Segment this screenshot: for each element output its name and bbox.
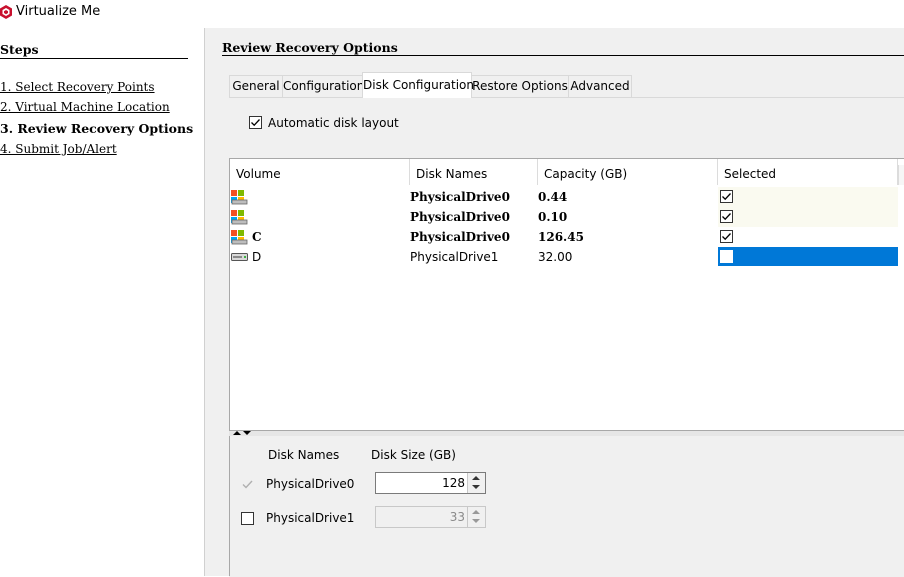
volume-cell: C — [252, 230, 262, 244]
disk-name-cell: PhysicalDrive1 — [410, 250, 499, 264]
window-title: Virtualize Me — [16, 4, 101, 19]
steps-divider — [0, 58, 188, 59]
checkmark-icon — [251, 119, 260, 127]
table-row[interactable]: D PhysicalDrive1 32.00 — [230, 247, 898, 267]
collapse-up-icon[interactable] — [233, 431, 241, 435]
tab-advanced[interactable]: Advanced — [568, 75, 632, 97]
disk-name-cell: PhysicalDrive0 — [410, 210, 510, 224]
main-pane: Review Recovery Options General Configur… — [205, 28, 904, 577]
selected-checkbox[interactable] — [720, 210, 733, 223]
table-row[interactable]: C PhysicalDrive0 126.45 — [230, 227, 898, 247]
disk-size-stepper[interactable]: 128 — [375, 472, 486, 494]
capacity-cell: 32.00 — [538, 250, 573, 264]
title-bar: Virtualize Me — [0, 0, 904, 28]
disk-name-label: PhysicalDrive1 — [266, 511, 355, 525]
drive-icon — [231, 253, 248, 261]
collapse-down-icon[interactable] — [243, 431, 251, 435]
table-row[interactable]: PhysicalDrive0 0.10 — [230, 207, 898, 227]
steps-pane: Steps 1. Select Recovery Points 2. Virtu… — [0, 28, 205, 576]
disk-checkbox[interactable] — [241, 512, 254, 525]
section-divider — [222, 55, 904, 56]
column-header-capacity[interactable]: Capacity (GB) — [538, 159, 718, 185]
capacity-cell: 126.45 — [538, 230, 584, 244]
column-header-disk-names[interactable]: Disk Names — [410, 159, 538, 185]
decrement-icon — [472, 519, 480, 523]
tab-configuration[interactable]: Configuration — [282, 75, 364, 97]
system-volume-icon — [231, 210, 248, 225]
capacity-cell: 0.44 — [538, 190, 568, 204]
disk-size-value: 128 — [442, 476, 465, 490]
system-volume-icon — [231, 190, 248, 205]
checkmark-icon — [722, 213, 731, 221]
step-select-recovery-points[interactable]: 1. Select Recovery Points — [0, 80, 155, 94]
stepper-buttons[interactable] — [467, 473, 485, 493]
selected-cell-highlight — [718, 247, 898, 266]
tab-general[interactable]: General — [229, 75, 283, 97]
step-submit-job-alert[interactable]: 4. Submit Job/Alert — [0, 142, 117, 156]
volume-cell: D — [252, 250, 262, 264]
table-row[interactable]: PhysicalDrive0 0.44 — [230, 187, 898, 207]
checkmark-icon — [722, 233, 731, 241]
volume-grid: Volume Disk Names Capacity (GB) Selected… — [229, 158, 904, 432]
stepper-buttons — [467, 507, 485, 527]
tab-disk-configuration[interactable]: Disk Configuration — [362, 72, 474, 98]
step-review-recovery-options: 3. Review Recovery Options — [0, 121, 194, 136]
column-header-volume[interactable]: Volume — [230, 159, 410, 185]
increment-icon — [472, 510, 480, 514]
disk-name-cell: PhysicalDrive0 — [410, 190, 510, 204]
steps-heading: Steps — [0, 42, 39, 57]
auto-disk-layout-label: Automatic disk layout — [268, 116, 399, 130]
app-logo-icon — [0, 5, 12, 19]
disk-name-label: PhysicalDrive0 — [266, 477, 355, 491]
selected-cell-bg — [718, 187, 898, 207]
decrement-icon[interactable] — [472, 485, 480, 489]
increment-icon[interactable] — [472, 476, 480, 480]
disk-size-panel: Disk Names Disk Size (GB) PhysicalDrive0… — [229, 436, 904, 576]
system-volume-icon — [231, 230, 248, 245]
section-title: Review Recovery Options — [222, 40, 398, 55]
selected-checkbox[interactable] — [720, 250, 733, 263]
step-virtual-machine-location[interactable]: 2. Virtual Machine Location — [0, 100, 170, 114]
tab-restore-options[interactable]: Restore Options — [471, 75, 569, 97]
disk-names-header: Disk Names — [268, 448, 340, 462]
column-header-selected[interactable]: Selected — [718, 159, 898, 185]
grid-scrollbar[interactable] — [898, 165, 904, 185]
disk-name-cell: PhysicalDrive0 — [410, 230, 510, 244]
disk-size-value: 33 — [449, 510, 465, 524]
checkmark-icon — [242, 480, 253, 489]
capacity-cell: 0.10 — [538, 210, 568, 224]
checkmark-icon — [722, 193, 731, 201]
disk-size-header: Disk Size (GB) — [371, 448, 456, 462]
auto-disk-layout-checkbox[interactable] — [249, 116, 262, 129]
selected-cell-bg — [718, 207, 898, 227]
disk-checkbox-disabled — [241, 478, 254, 491]
disk-size-stepper-disabled: 33 — [375, 506, 486, 528]
selected-checkbox[interactable] — [720, 230, 733, 243]
selected-checkbox[interactable] — [720, 190, 733, 203]
